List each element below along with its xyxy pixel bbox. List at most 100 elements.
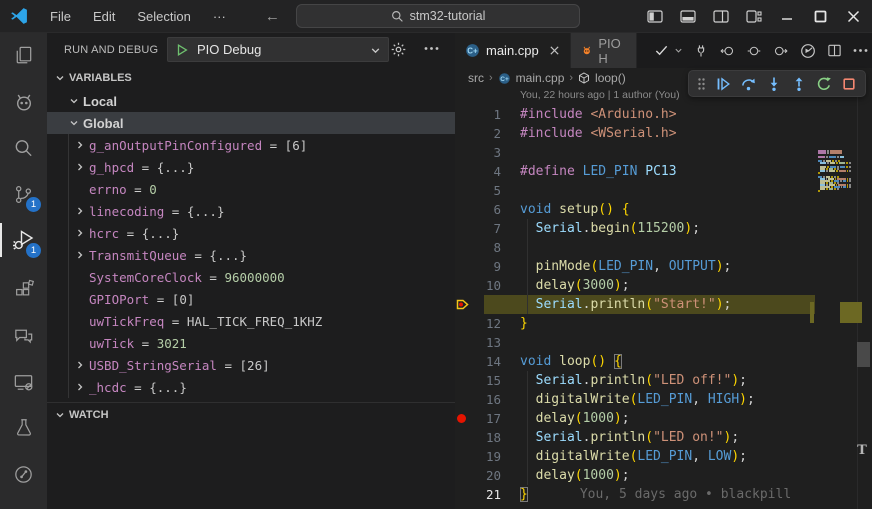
breadcrumb-file[interactable]: main.cpp	[516, 71, 565, 85]
menu-file[interactable]: File	[39, 0, 82, 33]
toggle-panel-icon[interactable]	[675, 5, 701, 29]
circle-line-icon[interactable]	[746, 44, 762, 58]
variable-row[interactable]: _hcdc = {...}	[47, 376, 455, 398]
variable-row[interactable]: GPIOPort = [0]	[47, 288, 455, 310]
variable-row[interactable]: uwTick = 3021	[47, 332, 455, 354]
minimap[interactable]	[818, 150, 852, 192]
gutter-marker[interactable]	[455, 352, 471, 371]
restart-icon[interactable]	[816, 76, 832, 92]
variable-row[interactable]: errno = 0	[47, 178, 455, 200]
activity-run-debug[interactable]: 1	[0, 217, 47, 263]
minimize-icon[interactable]	[774, 5, 800, 29]
watch-section-header[interactable]: WATCH	[47, 402, 455, 426]
variable-row[interactable]: USBD_StringSerial = [26]	[47, 354, 455, 376]
gutter-marker[interactable]	[455, 124, 471, 143]
activity-extensions[interactable]	[0, 267, 47, 313]
customize-layout-icon[interactable]	[741, 5, 767, 29]
split-editor-icon[interactable]	[827, 43, 842, 58]
command-center-search[interactable]: stm32-tutorial	[296, 4, 580, 28]
code-line-3[interactable]: 3	[455, 143, 872, 162]
start-debug-icon[interactable]	[175, 43, 189, 57]
variable-row[interactable]: g_anOutputPinConfigured = [6]	[47, 134, 455, 156]
more-actions-icon[interactable]	[424, 46, 439, 51]
drag-handle-icon[interactable]	[697, 77, 706, 91]
gear-icon[interactable]	[390, 41, 407, 58]
gutter-marker[interactable]	[455, 276, 471, 295]
gutter-marker[interactable]	[455, 219, 471, 238]
pio-build-check-icon[interactable]	[654, 43, 669, 58]
gutter-marker[interactable]	[455, 409, 471, 428]
code-line-19[interactable]: 19 digitalWrite(LED_PIN, LOW);	[455, 447, 872, 466]
gutter-marker[interactable]	[455, 238, 471, 257]
gutter-marker[interactable]	[455, 333, 471, 352]
activity-search[interactable]	[0, 125, 47, 171]
stop-icon[interactable]	[841, 76, 857, 92]
gutter-marker[interactable]	[455, 105, 471, 124]
activity-source-control[interactable]: 1	[0, 171, 47, 217]
code-line-9[interactable]: 9 pinMode(LED_PIN, OUTPUT);	[455, 257, 872, 276]
gutter-marker[interactable]	[455, 428, 471, 447]
toggle-sidebar-icon[interactable]	[642, 5, 668, 29]
variable-row[interactable]: SystemCoreClock = 96000000	[47, 266, 455, 288]
tab-pio-home[interactable]: PIO H	[570, 33, 637, 68]
breadcrumb-src[interactable]: src	[468, 71, 484, 85]
activity-platformio[interactable]	[0, 79, 47, 125]
activity-remote-explorer[interactable]	[0, 359, 47, 405]
step-over-icon[interactable]	[740, 76, 757, 92]
scope-row-global[interactable]: Global	[47, 112, 455, 134]
close-icon[interactable]	[840, 5, 866, 29]
menu-edit[interactable]: Edit	[82, 0, 126, 33]
gutter-marker[interactable]	[455, 466, 471, 485]
activity-comments[interactable]	[0, 313, 47, 359]
launch-config-select[interactable]: PIO Debug	[167, 37, 389, 62]
gutter-marker[interactable]	[455, 485, 471, 504]
menu-selection[interactable]: Selection	[126, 0, 201, 33]
toggle-secondary-sidebar-icon[interactable]	[708, 5, 734, 29]
circle-arrow-right-icon[interactable]	[773, 44, 789, 58]
step-out-icon[interactable]	[791, 76, 807, 92]
plug-icon[interactable]	[694, 43, 708, 59]
code-line-16[interactable]: 16 digitalWrite(LED_PIN, HIGH);	[455, 390, 872, 409]
code-line-2[interactable]: 2 #include <WSerial.h>	[455, 124, 872, 143]
variable-row[interactable]: TransmitQueue = {...}	[47, 244, 455, 266]
gutter-marker[interactable]	[455, 143, 471, 162]
gutter-marker[interactable]	[455, 295, 471, 314]
circle-arrow-left-icon[interactable]	[719, 44, 735, 58]
variable-row[interactable]: uwTickFreq = HAL_TICK_FREQ_1KHZ	[47, 310, 455, 332]
breadcrumb-symbol[interactable]: loop()	[595, 71, 626, 85]
variable-row[interactable]: g_hpcd = {...}	[47, 156, 455, 178]
code-line-18[interactable]: 18 Serial.println("LED on!");	[455, 428, 872, 447]
code-line-8[interactable]: 8	[455, 238, 872, 257]
run-or-debug-icon[interactable]	[800, 43, 816, 59]
code-line-13[interactable]: 13	[455, 333, 872, 352]
code-line-6[interactable]: 6 void setup() {	[455, 200, 872, 219]
back-arrow-icon[interactable]: ←	[265, 8, 280, 25]
variable-row[interactable]: hcrc = {...}	[47, 222, 455, 244]
menu-more[interactable]: ···	[202, 0, 237, 33]
code-line-20[interactable]: 20 delay(1000);	[455, 466, 872, 485]
gutter-marker[interactable]	[455, 181, 471, 200]
maximize-icon[interactable]	[807, 5, 833, 29]
code-line-17[interactable]: 17 delay(1000);	[455, 409, 872, 428]
gutter-marker[interactable]	[455, 371, 471, 390]
gutter-marker[interactable]	[455, 162, 471, 181]
scrollbar-thumb[interactable]	[857, 342, 870, 367]
code-editor[interactable]: You, 22 hours ago | 1 author (You) 1 #inc…	[455, 88, 872, 509]
variables-section-header[interactable]: VARIABLES	[47, 66, 455, 90]
gutter-marker[interactable]	[455, 200, 471, 219]
chevron-down-icon[interactable]	[674, 46, 683, 55]
scope-row-local[interactable]: Local	[47, 90, 455, 112]
code-line-21[interactable]: 21} You, 5 days ago • blackpill	[455, 485, 872, 504]
code-line-5[interactable]: 5	[455, 181, 872, 200]
code-line-14[interactable]: 14 void loop() {	[455, 352, 872, 371]
step-into-icon[interactable]	[766, 76, 782, 92]
gutter-marker[interactable]	[455, 257, 471, 276]
activity-share[interactable]	[0, 451, 47, 497]
code-line-1[interactable]: 1 #include <Arduino.h>	[455, 105, 872, 124]
gutter-marker[interactable]	[455, 314, 471, 333]
code-line-10[interactable]: 10 delay(3000);	[455, 276, 872, 295]
code-line-15[interactable]: 15 Serial.println("LED off!");	[455, 371, 872, 390]
gutter-marker[interactable]	[455, 447, 471, 466]
breakpoint-icon[interactable]	[457, 414, 466, 423]
gutter-marker[interactable]	[455, 390, 471, 409]
